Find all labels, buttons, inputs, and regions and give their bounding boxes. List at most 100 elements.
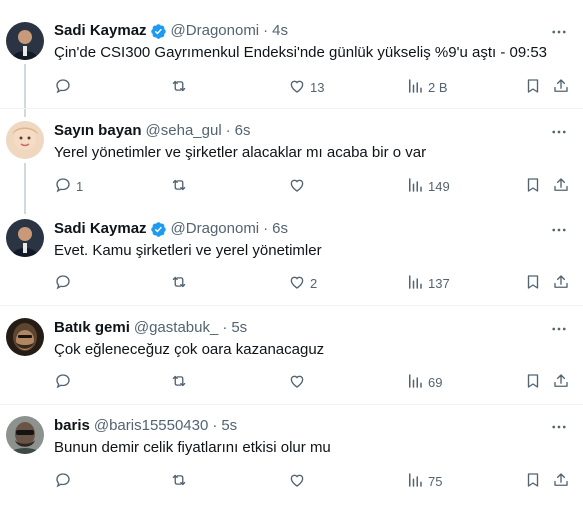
views-count: 2 B	[428, 79, 448, 95]
more-icon[interactable]	[549, 220, 569, 240]
bookmark-icon	[524, 273, 542, 294]
views-count: 69	[428, 374, 443, 390]
reply-button[interactable]	[54, 273, 76, 293]
tweet[interactable]: Sadi Kaymaz @Dragonomi · 4s Çin'de CSI30…	[0, 0, 583, 108]
retweet-icon	[170, 77, 188, 98]
retweet-button[interactable]	[170, 471, 192, 491]
avatar[interactable]	[6, 121, 44, 159]
bookmark-button[interactable]	[524, 372, 542, 392]
thread-line	[24, 206, 26, 214]
user-handle[interactable]: @seha_gul	[146, 122, 222, 140]
reply-icon	[54, 273, 72, 294]
tweet-text: Yerel yönetimler ve şirketler alacaklar …	[54, 144, 427, 161]
avatar[interactable]	[6, 219, 44, 257]
bookmark-button[interactable]	[524, 471, 542, 491]
tweet[interactable]: baris @baris15550430 · 5s Bunun demir ce…	[0, 405, 583, 505]
tweet-header: baris @baris15550430 · 5s	[54, 417, 237, 435]
separator-dot: ·	[263, 220, 269, 237]
more-icon[interactable]	[549, 417, 569, 437]
share-icon	[552, 176, 570, 197]
share-button[interactable]	[552, 471, 570, 491]
display-name[interactable]: Sadi Kaymaz	[54, 22, 147, 40]
like-button[interactable]	[288, 176, 310, 196]
bookmark-icon	[524, 372, 542, 393]
bookmark-icon	[524, 77, 542, 98]
thread-line	[24, 109, 26, 117]
reply-button[interactable]	[54, 471, 76, 491]
views-button[interactable]: 2 B	[406, 77, 448, 97]
like-count: 2	[310, 275, 318, 291]
views-button[interactable]: 75	[406, 471, 442, 491]
timestamp[interactable]: 5s	[231, 319, 247, 337]
bookmark-button[interactable]	[524, 77, 542, 97]
timestamp[interactable]: 4s	[272, 22, 288, 40]
bookmark-button[interactable]	[524, 273, 542, 293]
avatar[interactable]	[6, 318, 44, 356]
separator-dot: ·	[225, 122, 231, 139]
share-button[interactable]	[552, 176, 570, 196]
timestamp[interactable]: 6s	[235, 122, 251, 140]
retweet-icon	[170, 471, 188, 492]
more-icon[interactable]	[549, 319, 569, 339]
like-button[interactable]: 13	[288, 77, 324, 97]
action-bar: 2 137	[54, 273, 583, 293]
avatar[interactable]	[6, 416, 44, 454]
reply-button[interactable]	[54, 372, 76, 392]
views-button[interactable]: 149	[406, 176, 450, 196]
like-button[interactable]	[288, 471, 310, 491]
bookmark-icon	[524, 176, 542, 197]
share-button[interactable]	[552, 77, 570, 97]
tweet-text: Evet. Kamu şirketleri ve yerel yönetimle…	[54, 242, 322, 259]
more-icon[interactable]	[549, 122, 569, 142]
more-icon[interactable]	[549, 22, 569, 42]
action-bar: 75	[54, 471, 583, 491]
retweet-button[interactable]	[170, 273, 192, 293]
display-name[interactable]: Sayın bayan	[54, 122, 142, 140]
views-icon	[406, 471, 424, 492]
reply-button[interactable]: 1	[54, 176, 83, 196]
reply-button[interactable]	[54, 77, 76, 97]
retweet-button[interactable]	[170, 372, 192, 392]
retweet-icon	[170, 372, 188, 393]
tweet-header: Sadi Kaymaz @Dragonomi · 4s	[54, 22, 288, 40]
bookmark-button[interactable]	[524, 176, 542, 196]
like-icon	[288, 77, 306, 98]
share-icon	[552, 471, 570, 492]
display-name[interactable]: Batık gemi	[54, 319, 130, 337]
like-button[interactable]	[288, 372, 310, 392]
views-count: 149	[428, 178, 450, 194]
verified-icon	[150, 221, 167, 238]
tweet[interactable]: Sadi Kaymaz @Dragonomi · 6s Evet. Kamu ş…	[0, 206, 583, 305]
avatar[interactable]	[6, 22, 44, 60]
views-button[interactable]: 69	[406, 372, 442, 392]
user-handle[interactable]: @baris15550430	[94, 417, 208, 435]
separator-dot: ·	[263, 22, 269, 39]
tweet[interactable]: Batık gemi @gastabuk_ · 5s Çok eğleneceğ…	[0, 306, 583, 404]
retweet-button[interactable]	[170, 77, 192, 97]
retweet-icon	[170, 176, 188, 197]
tweet-text: Çok eğleneceğuz çok oara kazanacaguz	[54, 341, 325, 358]
user-handle[interactable]: @gastabuk_	[134, 319, 218, 337]
like-button[interactable]: 2	[288, 273, 317, 293]
timestamp[interactable]: 6s	[272, 220, 288, 238]
views-icon	[406, 372, 424, 393]
share-button[interactable]	[552, 372, 570, 392]
tweet-header: Sayın bayan @seha_gul · 6s	[54, 122, 251, 140]
user-handle[interactable]: @Dragonomi	[171, 22, 260, 40]
share-icon	[552, 273, 570, 294]
tweet-text: Bunun demir celik fiyatlarını etkisi olu…	[54, 439, 331, 456]
user-handle[interactable]: @Dragonomi	[171, 220, 260, 238]
timestamp[interactable]: 5s	[221, 417, 237, 435]
reply-count: 1	[76, 178, 84, 194]
tweet-text: Çin'de CSI300 Gayrımenkul Endeksi'nde gü…	[54, 44, 548, 61]
reply-icon	[54, 77, 72, 98]
reply-icon	[54, 471, 72, 492]
tweet-header: Sadi Kaymaz @Dragonomi · 6s	[54, 220, 288, 238]
retweet-button[interactable]	[170, 176, 192, 196]
display-name[interactable]: baris	[54, 417, 90, 435]
tweet[interactable]: Sayın bayan @seha_gul · 6s Yerel yönetim…	[0, 109, 583, 206]
share-button[interactable]	[552, 273, 570, 293]
views-button[interactable]: 137	[406, 273, 450, 293]
action-bar: 69	[54, 372, 583, 392]
display-name[interactable]: Sadi Kaymaz	[54, 220, 147, 238]
